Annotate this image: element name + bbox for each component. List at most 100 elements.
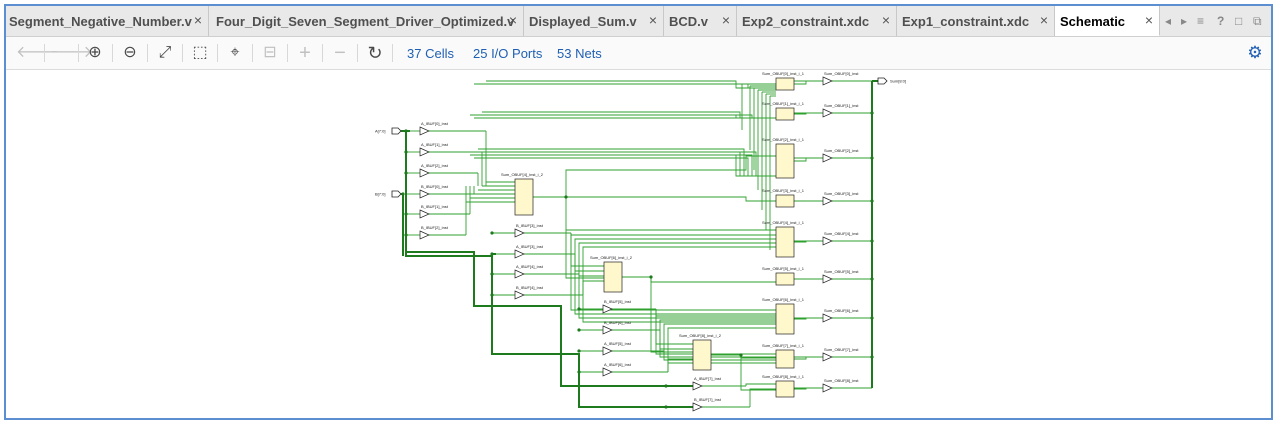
net-junction: [404, 212, 408, 216]
net-wire: [570, 233, 604, 267]
lut-cell: [775, 380, 795, 398]
ibuf-buffer-icon: [514, 290, 525, 300]
zoom-area-icon[interactable]: ⬚: [190, 43, 210, 63]
net-junction: [577, 370, 581, 374]
back-icon[interactable]: 🡐: [16, 43, 59, 63]
toolbar-separator: [357, 44, 358, 62]
lut-cell: [775, 272, 795, 286]
help-icon[interactable]: ?: [1217, 14, 1224, 28]
add-icon[interactable]: +: [295, 43, 315, 63]
tab-schematic[interactable]: Schematic ×: [1055, 6, 1160, 36]
toolbar-separator: [322, 44, 323, 62]
ibuf-label: A_IBUF[3]_inst: [516, 244, 544, 249]
net-wire: [749, 388, 776, 407]
zoom-in-icon[interactable]: ⊕: [85, 43, 105, 63]
net-junction: [577, 349, 581, 353]
input-port-label: B[7:0]: [375, 192, 385, 197]
nets-count-link[interactable]: 53 Nets: [557, 46, 602, 61]
lut-cell: [775, 143, 795, 179]
ibuf-buffer-icon: [419, 189, 430, 199]
ibuf-label: A_IBUF[7]_inst: [694, 376, 722, 381]
ibuf-label: A_IBUF[1]_inst: [421, 142, 449, 147]
obuf-label: Sum_OBUF[4]_inst: [824, 231, 859, 236]
net-junction: [664, 384, 668, 388]
tab-controls: ◂ ▸ ≡ ? □ ⧉: [1161, 6, 1271, 36]
close-icon[interactable]: ×: [1040, 13, 1048, 27]
lut-label: Sum_OBUF[6]_inst_i_2: [590, 255, 633, 260]
obuf-label: Sum_OBUF[8]_inst: [824, 378, 859, 383]
toolbar-separator: [217, 44, 218, 62]
net-wire: [574, 238, 776, 254]
net-wire: [570, 233, 776, 311]
tab-bcd[interactable]: BCD.v ×: [664, 6, 737, 36]
schematic-diagram[interactable]: A[7:0] B[7:0] A_IBUF[0]_inst A_IBUF[1]_inst…: [6, 70, 1271, 418]
net-wire: [622, 276, 693, 353]
lut-label: Sum_OBUF[5]_inst_i_1: [762, 266, 805, 271]
tab-label: Schematic: [1060, 14, 1126, 29]
obuf-buffer-icon: [822, 196, 833, 206]
net-wire: [474, 83, 776, 89]
lut-label: Sum_OBUF[2]_inst_i_1: [762, 137, 805, 142]
input-port-icon: [391, 127, 402, 135]
close-icon[interactable]: ×: [509, 13, 517, 27]
lut-label: Sum_OBUF[4]_inst_i_1: [762, 220, 805, 225]
tab-prev-icon[interactable]: ◂: [1165, 14, 1171, 28]
lut-cell: [775, 226, 795, 258]
tab-label: Segment_Negative_Number.v: [9, 14, 192, 29]
forward-icon[interactable]: 🡒: [50, 43, 93, 63]
close-icon[interactable]: ×: [1145, 13, 1153, 27]
net-wire: [659, 319, 776, 330]
tab-segment-negative-number[interactable]: Segment_Negative_Number.v ×: [6, 6, 209, 36]
close-icon[interactable]: ×: [722, 13, 730, 27]
toolbar-separator: [112, 44, 113, 62]
net-junction: [870, 199, 874, 203]
lut-cell: [775, 303, 795, 335]
net-wire: [745, 383, 776, 386]
tab-displayed-sum[interactable]: Displayed_Sum.v ×: [524, 6, 664, 36]
tab-label: Four_Digit_Seven_Segment_Driver_Optimize…: [216, 14, 515, 29]
net-wires: [406, 80, 872, 408]
net-wire: [740, 355, 776, 359]
tab-exp1-constraint[interactable]: Exp1_constraint.xdc ×: [897, 6, 1055, 36]
zoom-out-icon[interactable]: ⊖: [120, 43, 140, 63]
io-ports-count-link[interactable]: 25 I/O Ports: [473, 46, 542, 61]
ibuf-buffer-icon: [692, 402, 703, 412]
cells-count-link[interactable]: 37 Cells: [407, 46, 454, 61]
tab-next-icon[interactable]: ▸: [1181, 14, 1187, 28]
settings-gear-icon[interactable]: ⚙: [1245, 43, 1265, 63]
toolbar-separator: [182, 44, 183, 62]
net-wire: [565, 155, 776, 197]
center-icon[interactable]: ⌖: [225, 43, 245, 63]
close-icon[interactable]: ×: [194, 13, 202, 27]
tab-exp2-constraint[interactable]: Exp2_constraint.xdc ×: [737, 6, 897, 36]
net-junction: [490, 231, 494, 235]
close-icon[interactable]: ×: [882, 13, 890, 27]
schematic-toolbar: 🡐 🡒 ⊕ ⊖ ⤢ ⬚ ⌖ ⊟ + − ↻ 37 Cells 25 I/O Po…: [6, 37, 1271, 70]
lut-cell: [775, 349, 795, 369]
close-icon[interactable]: ×: [649, 13, 657, 27]
net-junction: [404, 171, 408, 175]
net-junction: [739, 353, 743, 357]
lut-cell: [775, 77, 795, 91]
schematic-canvas[interactable]: A[7:0] B[7:0] A_IBUF[0]_inst A_IBUF[1]_inst…: [6, 70, 1271, 418]
net-wire: [473, 276, 666, 387]
obuf-buffer-icon: [822, 383, 833, 393]
zoom-fit-icon[interactable]: ⤢: [155, 43, 175, 63]
maximize-icon[interactable]: □: [1235, 14, 1242, 28]
tab-four-digit-driver[interactable]: Four_Digit_Seven_Segment_Driver_Optimize…: [211, 6, 524, 36]
tab-label: Displayed_Sum.v: [529, 14, 637, 29]
refresh-icon[interactable]: ↻: [365, 43, 385, 63]
net-wire: [650, 277, 776, 283]
lut-cell: [692, 339, 712, 371]
float-icon[interactable]: ⧉: [1253, 14, 1262, 29]
collapse-icon[interactable]: ⊟: [260, 43, 280, 63]
remove-icon[interactable]: −: [330, 43, 350, 63]
ibuf-label: B_IBUF[2]_inst: [421, 225, 449, 230]
lut-label: Sum_OBUF[1]_inst_i_1: [762, 101, 805, 106]
tab-list-icon[interactable]: ≡: [1197, 14, 1204, 28]
net-wire: [566, 196, 776, 202]
ibuf-buffer-icon: [602, 304, 613, 314]
lut-label: Sum_OBUF[6]_inst_i_1: [762, 297, 805, 302]
ibuf-label: B_IBUF[6]_inst: [604, 320, 632, 325]
obuf-buffer-icon: [822, 76, 833, 86]
